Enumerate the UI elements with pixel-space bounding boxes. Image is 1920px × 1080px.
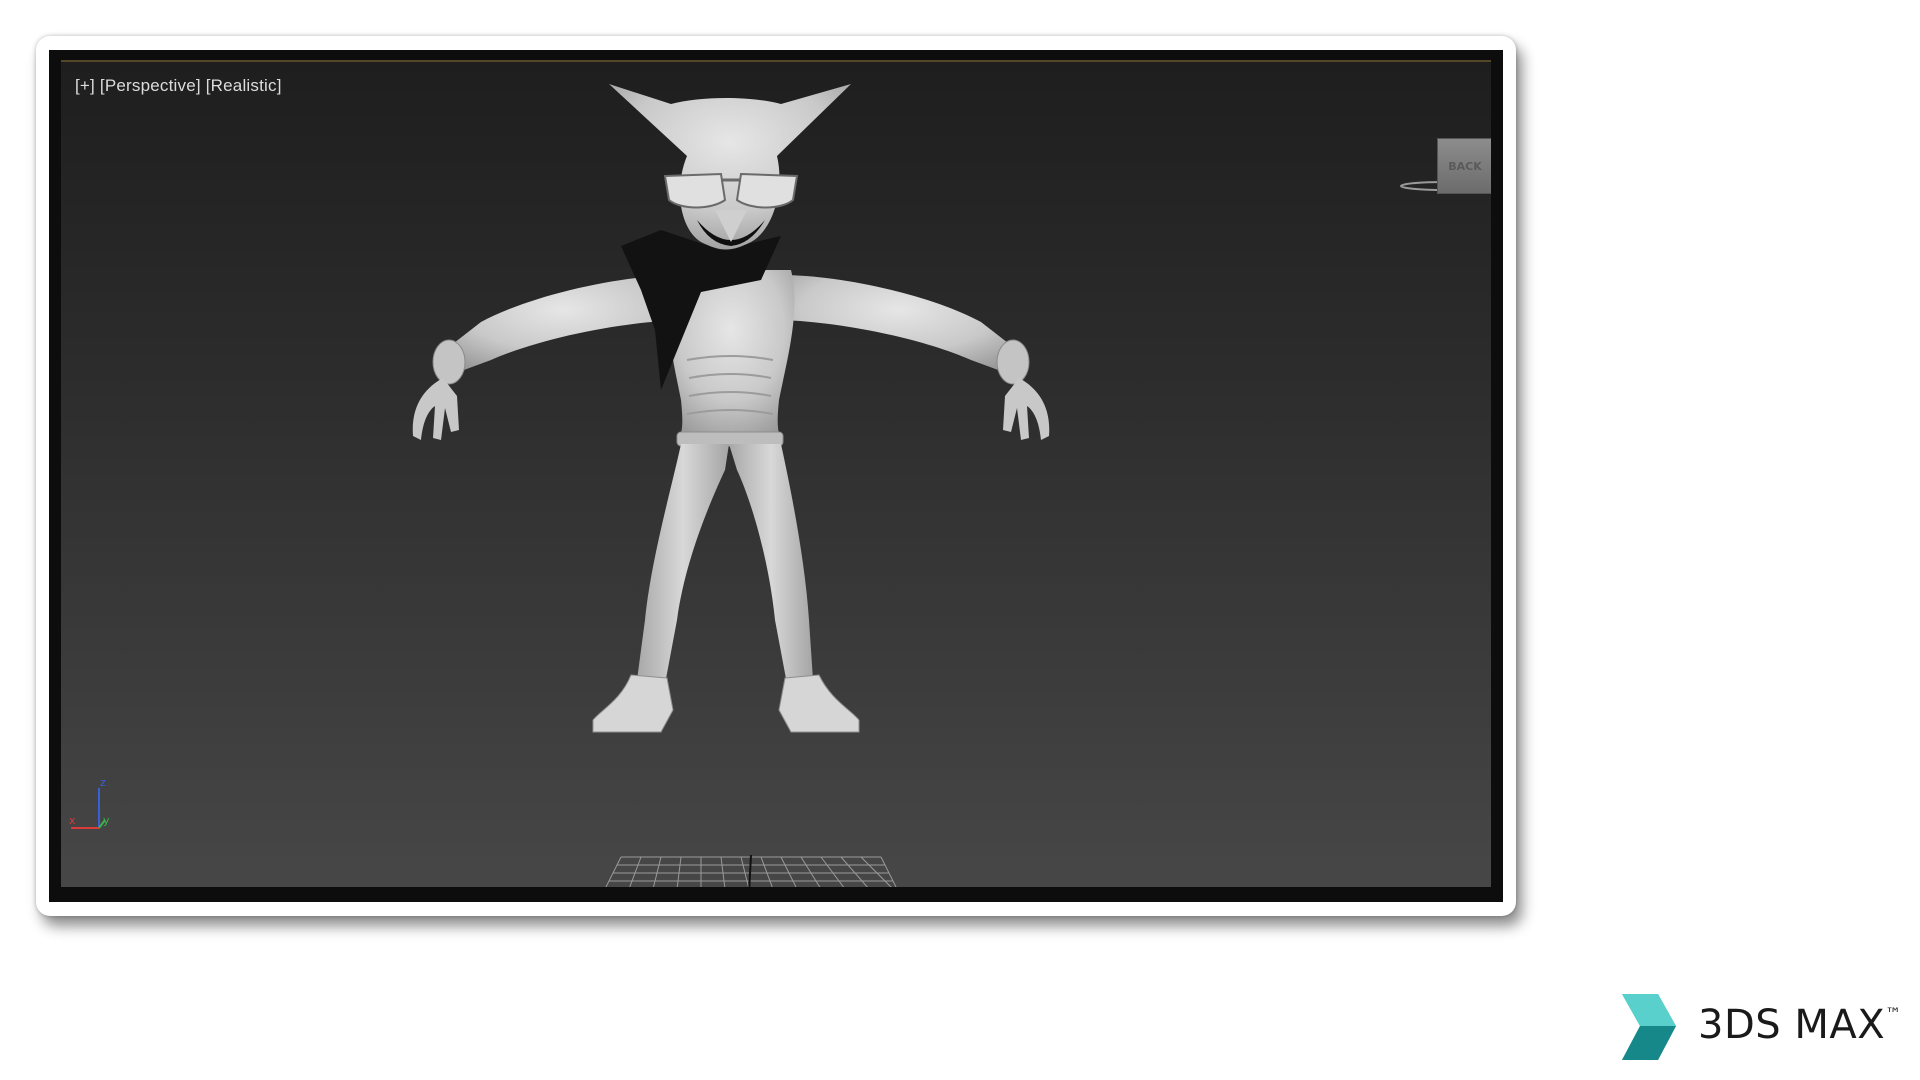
character-model[interactable]	[61, 60, 1491, 887]
3ds-max-logo	[1622, 994, 1676, 1060]
axis-y-label: y	[103, 814, 110, 827]
image-frame: [+] [Perspective] [Realistic] BACK z x y	[36, 36, 1516, 916]
axis-z-label: z	[100, 776, 106, 789]
viewcube-icon[interactable]: BACK	[1437, 138, 1491, 194]
trademark-symbol: ™	[1885, 1004, 1902, 1023]
perspective-viewport[interactable]: [+] [Perspective] [Realistic] BACK z x y	[61, 60, 1491, 887]
axis-tripod-icon: z x y	[69, 776, 110, 829]
ground-grid	[605, 855, 897, 887]
brand-name-text: 3DS MAX	[1698, 1002, 1886, 1048]
axis-x-label: x	[69, 814, 76, 827]
viewport-border: [+] [Perspective] [Realistic] BACK z x y	[49, 50, 1503, 902]
brand-name: 3DS MAX™	[1698, 1002, 1902, 1048]
